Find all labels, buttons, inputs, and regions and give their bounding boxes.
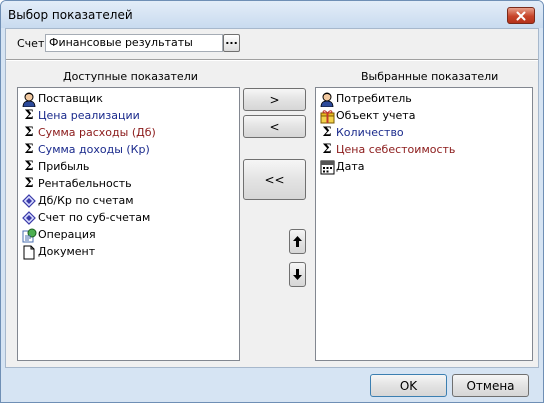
sigma-icon: Σ bbox=[24, 125, 34, 140]
dialog-footer: OK Отмена bbox=[1, 368, 543, 402]
list-item[interactable]: Дата bbox=[316, 159, 532, 176]
list-item[interactable]: Объект учета bbox=[316, 108, 532, 125]
close-icon bbox=[516, 11, 526, 20]
dialog-content: Счет Финансовые результаты ... Доступные… bbox=[5, 28, 539, 368]
list-item-label: Поставщик bbox=[38, 92, 103, 105]
move-down-button[interactable] bbox=[289, 262, 306, 287]
list-item-label: Документ bbox=[38, 245, 96, 258]
list-item[interactable]: Σ Прибыль bbox=[18, 159, 239, 176]
list-item[interactable]: Σ Сумма доходы (Кр) bbox=[18, 142, 239, 159]
sigma-icon: Σ bbox=[322, 142, 332, 157]
list-item-label: Цена реализации bbox=[38, 109, 140, 122]
sigma-icon: Σ bbox=[24, 176, 34, 191]
list-item[interactable]: Σ Количество bbox=[316, 125, 532, 142]
account-field[interactable]: Финансовые результаты bbox=[45, 34, 223, 52]
cancel-button[interactable]: Отмена bbox=[452, 374, 529, 397]
list-item[interactable]: Σ Рентабельность bbox=[18, 176, 239, 193]
remove-button[interactable]: < bbox=[243, 115, 306, 138]
available-list[interactable]: Поставщик Σ Цена реализации Σ Сумма расходы … bbox=[17, 87, 240, 361]
ok-button[interactable]: OK bbox=[370, 374, 447, 397]
person-icon bbox=[319, 91, 335, 107]
list-item-label: Потребитель bbox=[336, 92, 412, 105]
list-item[interactable]: Σ Цена себестоимость bbox=[316, 142, 532, 159]
sigma-icon: Σ bbox=[24, 142, 34, 157]
sigma-icon: Σ bbox=[24, 159, 34, 174]
calendar-icon bbox=[319, 159, 335, 175]
title-bar[interactable]: Выбор показателей bbox=[1, 1, 543, 28]
window-title: Выбор показателей bbox=[8, 8, 133, 22]
list-item-label: Сумма доходы (Кр) bbox=[38, 143, 150, 156]
account-browse-button[interactable]: ... bbox=[223, 34, 240, 52]
list-item[interactable]: Дб/Кр по счетам bbox=[18, 193, 239, 210]
list-item-label: Операция bbox=[38, 228, 96, 241]
operation-icon bbox=[21, 227, 37, 243]
list-item[interactable]: Документ bbox=[18, 244, 239, 261]
arrow-up-icon bbox=[293, 236, 302, 247]
gift-icon bbox=[319, 108, 335, 124]
list-item[interactable]: Поставщик bbox=[18, 91, 239, 108]
list-item[interactable]: Σ Сумма расходы (Дб) bbox=[18, 125, 239, 142]
list-item[interactable]: Потребитель bbox=[316, 91, 532, 108]
move-up-button[interactable] bbox=[289, 229, 306, 254]
remove-all-button[interactable]: << bbox=[243, 159, 306, 200]
list-item-label: Прибыль bbox=[38, 160, 90, 173]
list-item-label: Объект учета bbox=[336, 109, 416, 122]
add-button[interactable]: > bbox=[243, 88, 306, 111]
list-item[interactable]: Счет по суб-счетам bbox=[18, 210, 239, 227]
selected-list[interactable]: Потребитель Объект учета Σ Количество Σ Цена … bbox=[315, 87, 533, 361]
list-item-label: Дб/Кр по счетам bbox=[38, 194, 134, 207]
close-button[interactable] bbox=[507, 7, 535, 24]
list-item-label: Счет по суб-счетам bbox=[38, 211, 151, 224]
sigma-icon: Σ bbox=[322, 125, 332, 140]
separator bbox=[6, 59, 538, 61]
list-item-label: Сумма расходы (Дб) bbox=[38, 126, 156, 139]
sigma-icon: Σ bbox=[24, 108, 34, 123]
arrow-down-icon bbox=[293, 269, 302, 280]
list-item[interactable]: Операция bbox=[18, 227, 239, 244]
list-item-label: Количество bbox=[336, 126, 404, 139]
available-heading: Доступные показатели bbox=[63, 70, 198, 83]
list-item-label: Цена себестоимость bbox=[336, 143, 456, 156]
dialog-window: Выбор показателей Счет Финансовые резуль… bbox=[0, 0, 544, 403]
account-label: Счет bbox=[17, 37, 45, 50]
document-icon bbox=[21, 244, 37, 260]
list-item-label: Рентабельность bbox=[38, 177, 132, 190]
list-item[interactable]: Σ Цена реализации bbox=[18, 108, 239, 125]
selected-heading: Выбранные показатели bbox=[361, 70, 499, 83]
list-item-label: Дата bbox=[336, 160, 365, 173]
person-icon bbox=[21, 91, 37, 107]
diamond-icon bbox=[21, 210, 37, 226]
diamond-icon bbox=[21, 193, 37, 209]
